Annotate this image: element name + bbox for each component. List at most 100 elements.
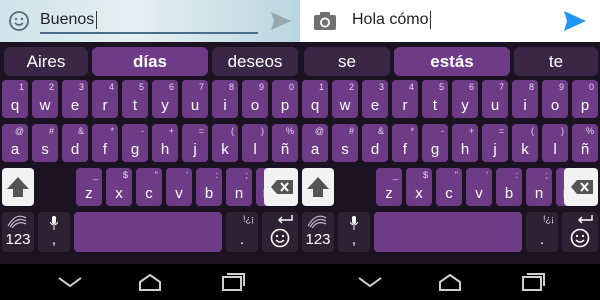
key-alt-label: % (285, 126, 294, 136)
key-t[interactable]: 5t (422, 80, 448, 118)
key-label: z (85, 185, 93, 202)
key-t[interactable]: 5t (122, 80, 148, 118)
shift-key[interactable] (302, 168, 334, 206)
numbers-key[interactable]: 123 (2, 212, 34, 252)
shift-key[interactable] (2, 168, 34, 206)
key-ñ[interactable]: % ñ (272, 124, 298, 162)
period-key[interactable]: !¿¡. (526, 212, 558, 252)
back-icon[interactable] (55, 270, 85, 294)
key-h[interactable]: + h (452, 124, 478, 162)
key-a[interactable]: @ a (2, 124, 28, 162)
key-d[interactable]: & d (62, 124, 88, 162)
key-c[interactable]: " c (136, 168, 162, 206)
key-r[interactable]: 4r (92, 80, 118, 118)
key-k[interactable]: (k (212, 124, 238, 162)
key-i[interactable]: 8i (512, 80, 538, 118)
key-alt-label: ( (531, 126, 534, 136)
key-w[interactable]: 2w (32, 80, 58, 118)
key-alt-label: _ (392, 170, 398, 180)
key-e[interactable]: 3e (62, 80, 88, 118)
key-u[interactable]: 7u (482, 80, 508, 118)
key-alt-label: 2 (48, 82, 54, 92)
key-y[interactable]: 6y (152, 80, 178, 118)
home-icon[interactable] (135, 270, 165, 294)
key-label: o (550, 97, 560, 114)
message-input[interactable]: Hola cómo (352, 8, 552, 32)
key-alt-label: - (141, 126, 144, 136)
key-s[interactable]: # s (332, 124, 358, 162)
key-label: g (430, 141, 440, 158)
key-l[interactable]: ) l (242, 124, 268, 162)
message-input[interactable]: Buenos (40, 8, 258, 34)
key-x[interactable]: $ x (106, 168, 132, 206)
key-o[interactable]: 9o (242, 80, 268, 118)
key-d[interactable]: & d (362, 124, 388, 162)
key-z[interactable]: _ z (376, 168, 402, 206)
key-y[interactable]: 6y (452, 80, 478, 118)
key-x[interactable]: $ x (406, 168, 432, 206)
key-g[interactable]: -g (122, 124, 148, 162)
backspace-key[interactable] (264, 168, 298, 206)
key-alt-label: 6 (168, 82, 174, 92)
key-v[interactable]: ' v (466, 168, 492, 206)
send-icon[interactable] (268, 8, 294, 34)
key-alt-label: 4 (108, 82, 114, 92)
suggestion-left[interactable]: se (304, 47, 390, 76)
recents-icon[interactable] (218, 270, 248, 294)
key-q[interactable]: 1q (302, 80, 328, 118)
space-bar[interactable] (74, 212, 222, 252)
key-j[interactable]: = j (182, 124, 208, 162)
key-z[interactable]: _ z (76, 168, 102, 206)
suggestion-right[interactable]: deseos (212, 47, 298, 76)
key-l[interactable]: ) l (542, 124, 568, 162)
key-v[interactable]: ' v (166, 168, 192, 206)
key-i[interactable]: 8i (212, 80, 238, 118)
key-f[interactable]: * f (92, 124, 118, 162)
back-icon[interactable] (355, 270, 385, 294)
send-icon[interactable] (562, 8, 588, 34)
key-n[interactable]: ; n (526, 168, 552, 206)
emoji-enter-key[interactable] (262, 212, 298, 252)
key-f[interactable]: * f (392, 124, 418, 162)
swiftkey-logo-icon (7, 215, 27, 228)
key-w[interactable]: 2w (332, 80, 358, 118)
key-e[interactable]: 3e (362, 80, 388, 118)
backspace-key[interactable] (564, 168, 598, 206)
camera-icon[interactable] (312, 8, 338, 34)
key-ñ[interactable]: % ñ (572, 124, 598, 162)
smiley-icon[interactable] (6, 8, 32, 34)
key-g[interactable]: -g (422, 124, 448, 162)
period-key[interactable]: !¿¡. (226, 212, 258, 252)
key-s[interactable]: # s (32, 124, 58, 162)
comma-key[interactable]: , (38, 212, 70, 252)
key-b[interactable]: :b (196, 168, 222, 206)
key-n[interactable]: ; n (226, 168, 252, 206)
recents-icon[interactable] (518, 270, 548, 294)
key-h[interactable]: + h (152, 124, 178, 162)
key-k[interactable]: (k (512, 124, 538, 162)
suggestion-right[interactable]: te (514, 47, 598, 76)
suggestion-center[interactable]: estás (394, 47, 510, 76)
key-j[interactable]: = j (482, 124, 508, 162)
key-alt-label: 7 (198, 82, 204, 92)
key-c[interactable]: " c (436, 168, 462, 206)
key-p[interactable]: 0p (272, 80, 298, 118)
key-q[interactable]: 1q (2, 80, 28, 118)
key-p[interactable]: 0p (572, 80, 598, 118)
key-o[interactable]: 9o (542, 80, 568, 118)
key-b[interactable]: :b (496, 168, 522, 206)
key-alt-label: ) (561, 126, 564, 136)
microphone-icon (50, 216, 58, 230)
key-label: v (175, 185, 183, 202)
emoji-enter-key[interactable] (562, 212, 598, 252)
space-bar[interactable] (374, 212, 522, 252)
comma-key[interactable]: , (338, 212, 370, 252)
numbers-key[interactable]: 123 (302, 212, 334, 252)
key-r[interactable]: 4r (392, 80, 418, 118)
key-a[interactable]: @ a (302, 124, 328, 162)
key-u[interactable]: 7u (182, 80, 208, 118)
suggestion-center[interactable]: días (92, 47, 208, 76)
key-alt-label: & (377, 126, 384, 136)
home-icon[interactable] (435, 270, 465, 294)
suggestion-left[interactable]: Aires (4, 47, 88, 76)
